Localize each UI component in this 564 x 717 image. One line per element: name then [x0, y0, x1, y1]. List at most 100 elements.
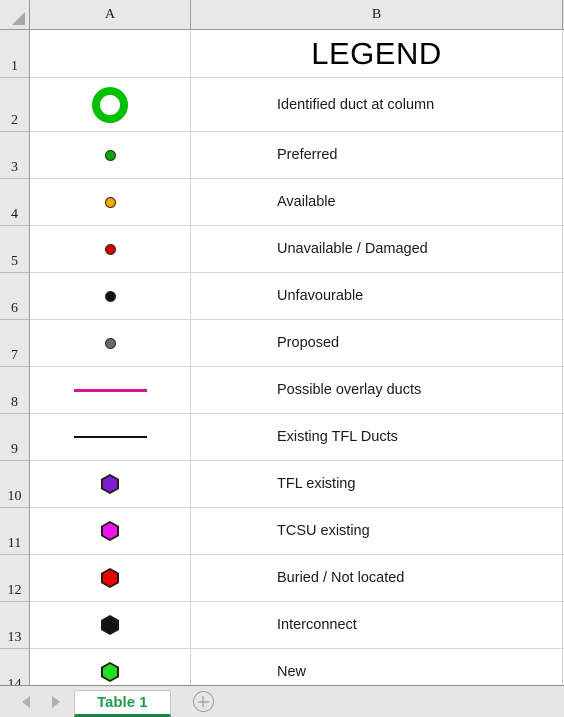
row-header-5[interactable]: 5 — [0, 226, 29, 273]
cell-a5[interactable] — [30, 226, 191, 272]
spreadsheet-app: A B 1 2 3 4 5 6 7 8 9 10 11 12 13 14 LEGEND Identified… — [0, 0, 564, 717]
cell-b9[interactable]: Existing TFL Ducts — [191, 414, 563, 460]
cell-a11[interactable] — [30, 508, 191, 554]
row-header-4[interactable]: 4 — [0, 179, 29, 226]
row-header-gutter: 1 2 3 4 5 6 7 8 9 10 11 12 13 14 — [0, 30, 30, 685]
table-row: Preferred — [30, 132, 564, 179]
legend-item-label: Possible overlay ducts — [277, 382, 422, 398]
row-header-2[interactable]: 2 — [0, 78, 29, 132]
row-header-1[interactable]: 1 — [0, 30, 29, 78]
row-header-label: 11 — [7, 536, 22, 551]
marker-line-icon — [73, 436, 147, 438]
select-all-triangle-icon — [12, 12, 25, 25]
legend-item-label: Existing TFL Ducts — [277, 429, 398, 445]
cell-b2[interactable]: Identified duct at column — [191, 78, 563, 131]
table-row: New — [30, 649, 564, 685]
row-header-label: 6 — [11, 301, 18, 316]
cell-a7[interactable] — [30, 320, 191, 366]
cell-b13[interactable]: Interconnect — [191, 602, 563, 648]
table-row: Unfavourable — [30, 273, 564, 320]
row-header-11[interactable]: 11 — [0, 508, 29, 555]
legend-item-label: Interconnect — [277, 617, 357, 633]
cell-b8[interactable]: Possible overlay ducts — [191, 367, 563, 413]
row-header-13[interactable]: 13 — [0, 602, 29, 649]
legend-item-label: Identified duct at column — [277, 96, 435, 113]
cell-b10[interactable]: TFL existing — [191, 461, 563, 507]
row-header-label: 13 — [7, 630, 22, 645]
cell-b12[interactable]: Buried / Not located — [191, 555, 563, 601]
row-header-label: 9 — [11, 442, 18, 457]
legend-item-label: Buried / Not located — [277, 570, 405, 586]
legend-item-label: Unfavourable — [277, 288, 364, 304]
marker-hexagon-icon — [101, 568, 119, 588]
next-sheet-arrow-icon[interactable] — [52, 695, 60, 708]
marker-circle-icon — [104, 290, 116, 302]
table-row: TFL existing — [30, 461, 564, 508]
table-row: Buried / Not located — [30, 555, 564, 602]
legend-item-label: TFL existing — [277, 476, 356, 492]
plus-circle-icon — [192, 691, 214, 712]
tab-bar-spacer — [214, 686, 564, 717]
table-row: Identified duct at column — [30, 78, 564, 132]
page-title[interactable]: LEGEND — [191, 30, 563, 77]
marker-circle-icon — [104, 243, 116, 255]
sheet-tab-bar: Table 1 — [0, 685, 564, 717]
row-header-label: 14 — [7, 677, 22, 685]
row-header-7[interactable]: 7 — [0, 320, 29, 367]
marker-line-icon — [73, 388, 147, 392]
row-header-14[interactable]: 14 — [0, 649, 29, 685]
row-header-6[interactable]: 6 — [0, 273, 29, 320]
table-row: LEGEND — [30, 30, 564, 78]
row-header-label: 4 — [11, 207, 18, 222]
table-row: TCSU existing — [30, 508, 564, 555]
cell-a9[interactable] — [30, 414, 191, 460]
row-header-8[interactable]: 8 — [0, 367, 29, 414]
cell-b4[interactable]: Available — [191, 179, 563, 225]
cell-a10[interactable] — [30, 461, 191, 507]
cell-b11[interactable]: TCSU existing — [191, 508, 563, 554]
row-header-12[interactable]: 12 — [0, 555, 29, 602]
cell-b14[interactable]: New — [191, 649, 563, 685]
cell-a1[interactable] — [30, 30, 191, 77]
column-header-b[interactable]: B — [191, 0, 563, 29]
legend-item-label: Preferred — [277, 147, 338, 163]
cell-b7[interactable]: Proposed — [191, 320, 563, 366]
legend-title-label: LEGEND — [311, 35, 442, 71]
row-header-label: 1 — [11, 59, 18, 74]
sheet-tab-table-1[interactable]: Table 1 — [74, 690, 171, 717]
row-header-9[interactable]: 9 — [0, 414, 29, 461]
row-header-label: 2 — [11, 113, 18, 128]
cell-b3[interactable]: Preferred — [191, 132, 563, 178]
marker-circle-icon — [104, 337, 116, 349]
table-row: Proposed — [30, 320, 564, 367]
marker-hexagon-icon — [101, 521, 119, 541]
legend-item-label: Unavailable / Damaged — [277, 241, 428, 257]
cell-b6[interactable]: Unfavourable — [191, 273, 563, 319]
marker-ring-icon — [92, 86, 128, 123]
legend-item-label: New — [277, 664, 307, 680]
cell-a13[interactable] — [30, 602, 191, 648]
cell-a12[interactable] — [30, 555, 191, 601]
legend-item-label: Proposed — [277, 335, 340, 351]
legend-item-label: TCSU existing — [277, 523, 370, 539]
row-header-label: 12 — [7, 583, 22, 598]
column-header-row: A B — [0, 0, 564, 30]
prev-sheet-arrow-icon[interactable] — [22, 695, 30, 708]
select-all-corner[interactable] — [0, 0, 30, 29]
cell-a8[interactable] — [30, 367, 191, 413]
row-header-label: 5 — [11, 254, 18, 269]
cell-b5[interactable]: Unavailable / Damaged — [191, 226, 563, 272]
marker-hexagon-icon — [101, 615, 119, 635]
cell-a3[interactable] — [30, 132, 191, 178]
column-header-a[interactable]: A — [30, 0, 191, 29]
row-header-3[interactable]: 3 — [0, 132, 29, 179]
cell-a6[interactable] — [30, 273, 191, 319]
cell-a2[interactable] — [30, 78, 191, 131]
row-header-label: 3 — [11, 160, 18, 175]
add-sheet-button[interactable] — [192, 686, 214, 717]
cell-a4[interactable] — [30, 179, 191, 225]
legend-item-label: Available — [277, 194, 336, 210]
cell-a14[interactable] — [30, 649, 191, 685]
row-header-10[interactable]: 10 — [0, 461, 29, 508]
marker-hexagon-icon — [101, 474, 119, 494]
